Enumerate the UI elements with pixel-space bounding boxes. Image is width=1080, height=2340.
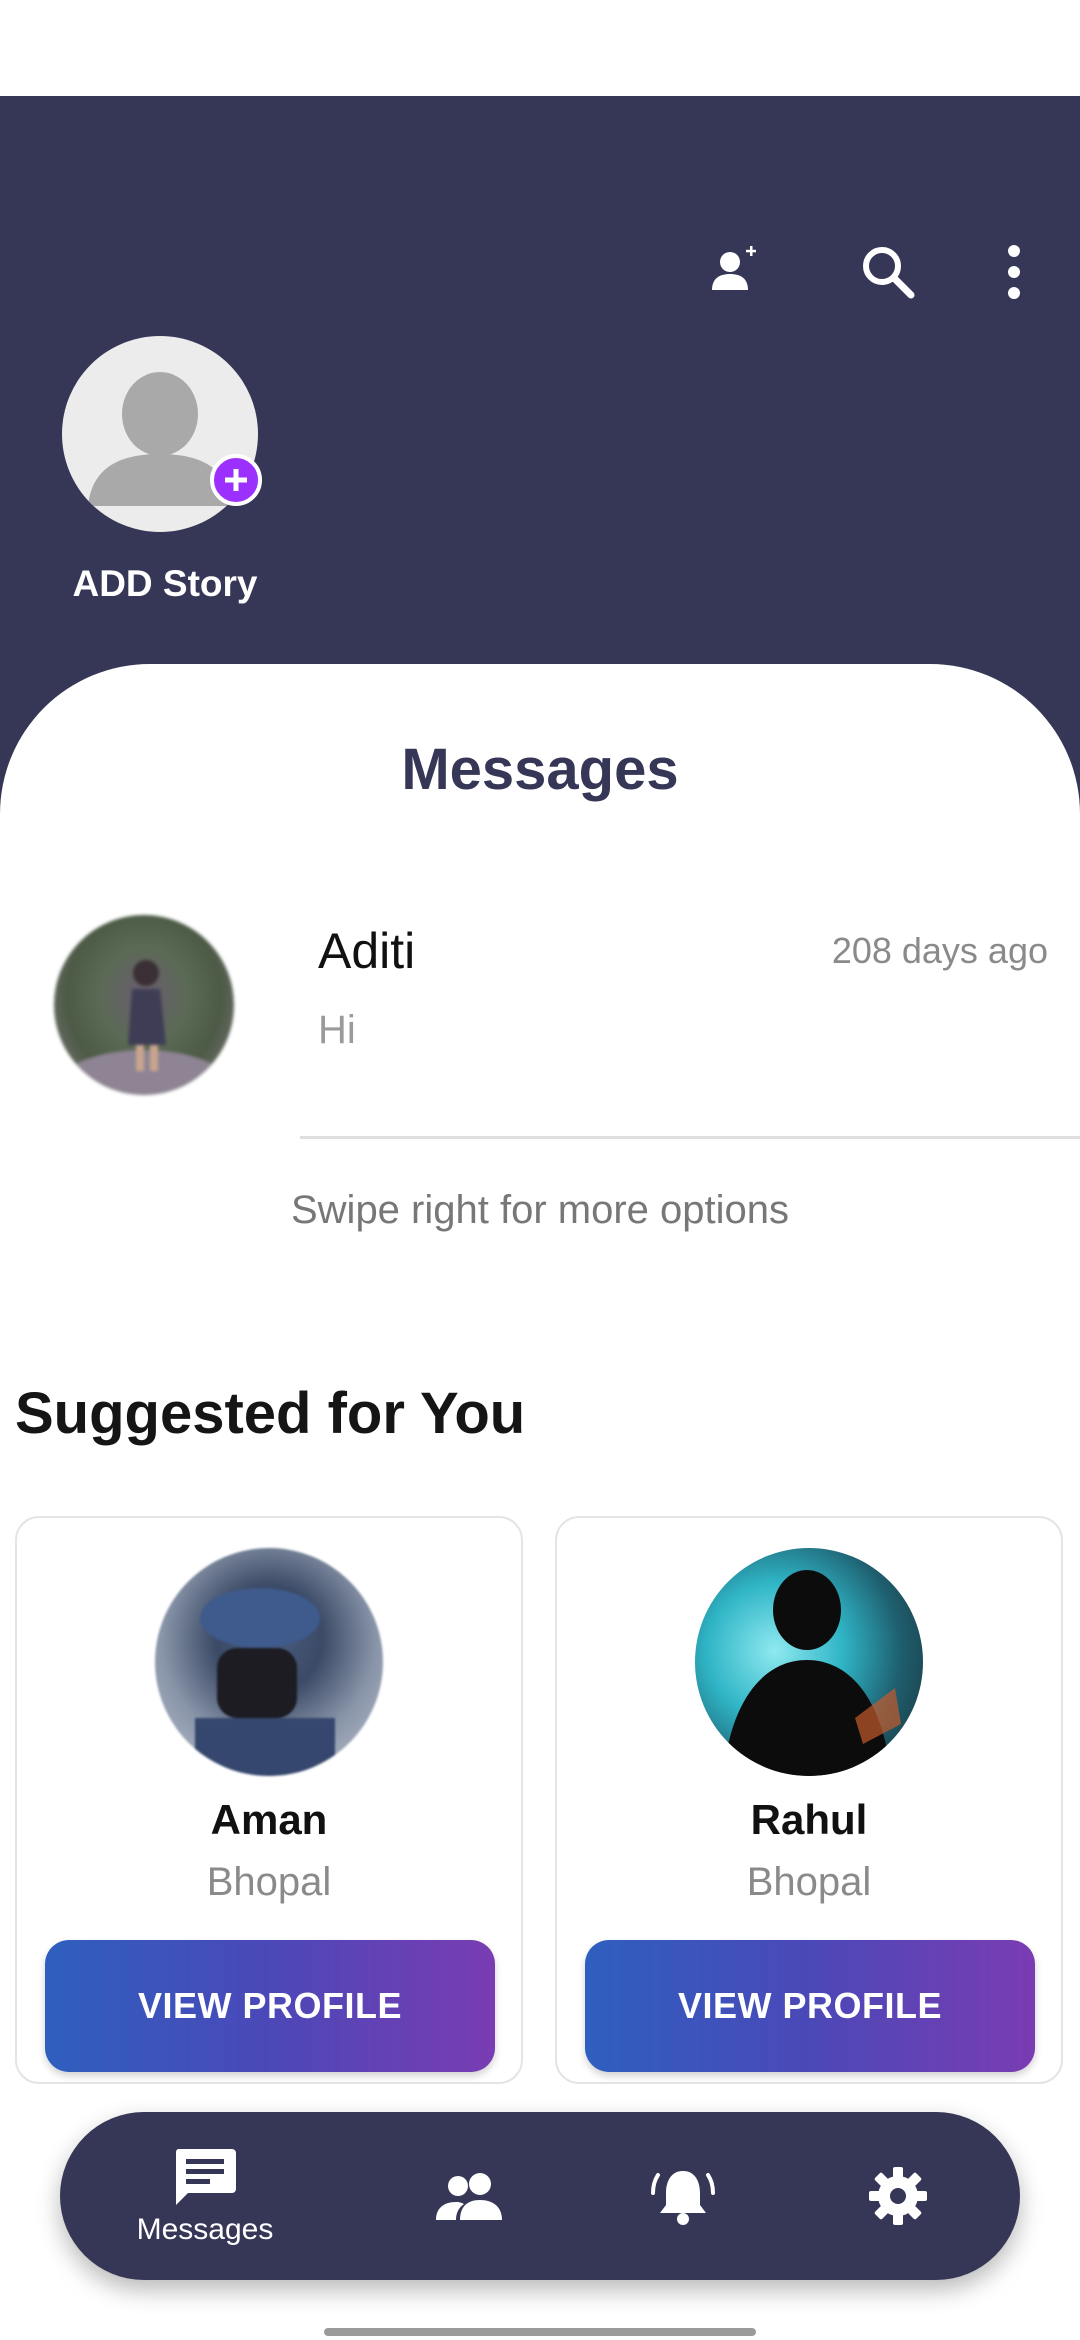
bell-ringing-icon xyxy=(651,2171,715,2225)
view-profile-button[interactable]: VIEW PROFILE xyxy=(585,1940,1035,2072)
avatar xyxy=(54,915,234,1095)
nav-item-messages[interactable]: Messages xyxy=(120,2112,290,2280)
nav-label-messages: Messages xyxy=(136,2213,274,2246)
search-icon xyxy=(863,247,915,299)
more-vertical-icon xyxy=(1008,245,1020,299)
home-indicator[interactable] xyxy=(324,2328,756,2336)
nav-item-notifications[interactable] xyxy=(613,2112,753,2280)
suggested-name: Rahul xyxy=(750,1796,868,1843)
story-add-badge[interactable] xyxy=(210,454,262,506)
people-icon xyxy=(436,2173,502,2220)
conversation-preview: Hi xyxy=(318,1008,356,1052)
conversation-name: Aditi xyxy=(318,923,416,979)
search-button[interactable] xyxy=(848,232,928,312)
avatar-photo xyxy=(195,1588,335,1776)
suggested-name: Aman xyxy=(210,1796,328,1843)
add-story-button[interactable] xyxy=(62,336,262,532)
gear-icon xyxy=(869,2167,927,2225)
conversation-row[interactable]: Aditi 208 days ago Hi xyxy=(0,900,1080,1140)
avatar[interactable] xyxy=(155,1548,383,1776)
nav-item-settings[interactable] xyxy=(828,2112,968,2280)
divider xyxy=(300,1136,1080,1139)
status-bar xyxy=(0,0,1080,96)
add-contact-button[interactable] xyxy=(696,232,772,308)
swipe-hint: Swipe right for more options xyxy=(290,1188,789,1232)
add-story-label: ADD Story xyxy=(72,563,258,604)
more-options-button[interactable] xyxy=(988,232,1040,312)
nav-item-people[interactable] xyxy=(400,2112,540,2280)
chat-icon xyxy=(175,2149,236,2205)
plus-icon xyxy=(225,469,247,491)
suggested-card: Rahul Bhopal VIEW PROFILE xyxy=(555,1516,1063,2084)
conversation-time: 208 days ago xyxy=(831,930,1048,971)
suggested-city: Bhopal xyxy=(206,1860,332,1904)
avatar[interactable] xyxy=(695,1548,923,1776)
avatar-photo xyxy=(723,1570,901,1776)
messages-title: Messages xyxy=(401,737,679,802)
suggested-title: Suggested for You xyxy=(15,1381,526,1446)
bottom-nav: Messages xyxy=(60,2112,1020,2280)
person-add-icon xyxy=(712,246,756,290)
view-profile-button[interactable]: VIEW PROFILE xyxy=(45,1940,495,2072)
suggested-city: Bhopal xyxy=(746,1860,872,1904)
suggested-card: Aman Bhopal VIEW PROFILE xyxy=(15,1516,523,2084)
avatar-photo xyxy=(54,960,234,1095)
